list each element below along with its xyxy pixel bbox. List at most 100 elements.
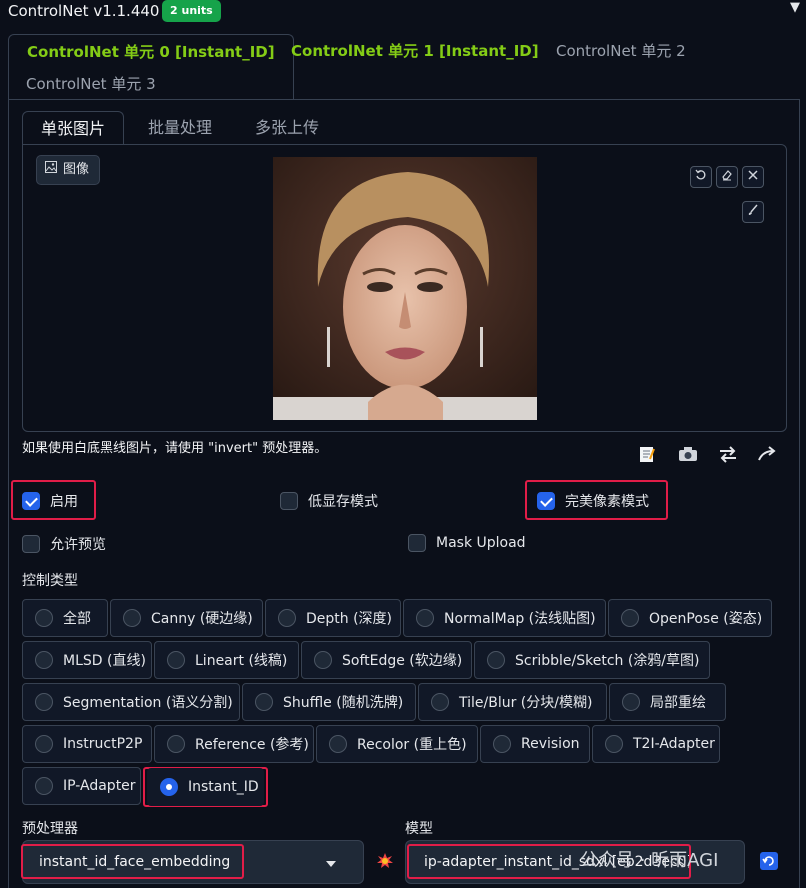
radio-dot[interactable] bbox=[35, 651, 53, 669]
radio-dot[interactable] bbox=[255, 693, 273, 711]
radio-label: NormalMap (法线贴图) bbox=[444, 611, 596, 627]
radio-dot[interactable] bbox=[35, 735, 53, 753]
control-type-mlsd[interactable]: MLSD (直线) bbox=[22, 641, 152, 679]
invert-hint: 如果使用白底黑线图片，请使用 "invert" 预处理器。 bbox=[22, 441, 328, 456]
control-type-softedge[interactable]: SoftEdge (软边缘) bbox=[301, 641, 472, 679]
tab-single-image-label: 单张图片 bbox=[41, 119, 106, 138]
control-type-instructp2p[interactable]: InstructP2P bbox=[22, 725, 152, 763]
tab-unit-2-label: ControlNet 单元 2 bbox=[556, 42, 686, 60]
control-type-ip-adapter[interactable]: IP-Adapter bbox=[22, 767, 141, 805]
control-type-canny[interactable]: Canny (硬边缘) bbox=[110, 599, 263, 637]
radio-dot[interactable] bbox=[605, 735, 623, 753]
allow-preview-label: 允许预览 bbox=[50, 537, 106, 553]
low-vram-checkbox[interactable]: 低显存模式 bbox=[280, 491, 378, 511]
tab-batch[interactable]: 批量处理 bbox=[130, 111, 230, 145]
radio-dot[interactable] bbox=[167, 651, 185, 669]
radio-dot[interactable] bbox=[416, 609, 434, 627]
send-arrow-icon[interactable] bbox=[757, 445, 777, 468]
eraser-icon[interactable] bbox=[716, 166, 738, 188]
radio-label: IP-Adapter bbox=[63, 778, 136, 794]
tab-unit-3[interactable]: ControlNet 单元 3 bbox=[8, 67, 174, 101]
tab-multi-upload[interactable]: 多张上传 bbox=[237, 111, 337, 145]
low-vram-label: 低显存模式 bbox=[308, 494, 378, 510]
control-type-t2i-adapter[interactable]: T2I-Adapter bbox=[592, 725, 720, 763]
radio-label: SoftEdge (软边缘) bbox=[342, 653, 463, 669]
low-vram-check[interactable] bbox=[280, 492, 298, 510]
control-type-depth[interactable]: Depth (深度) bbox=[265, 599, 401, 637]
enable-checkbox[interactable]: 启用 bbox=[22, 491, 78, 511]
mask-upload-label: Mask Upload bbox=[436, 535, 526, 551]
pixel-perfect-label: 完美像素模式 bbox=[565, 494, 649, 510]
explosion-icon[interactable] bbox=[376, 852, 394, 874]
radio-label: Shuffle (随机洗牌) bbox=[283, 695, 404, 711]
radio-dot[interactable] bbox=[622, 693, 640, 711]
radio-dot[interactable] bbox=[431, 693, 449, 711]
radio-label: Instant_ID bbox=[188, 779, 259, 795]
mask-upload-check[interactable] bbox=[408, 534, 426, 552]
radio-label: Reference (参考) bbox=[195, 737, 309, 753]
radio-label: MLSD (直线) bbox=[63, 653, 146, 669]
radio-label: Revision bbox=[521, 736, 580, 752]
camera-icon[interactable] bbox=[678, 445, 698, 468]
radio-dot[interactable] bbox=[167, 735, 185, 753]
close-icon[interactable] bbox=[742, 166, 764, 188]
radio-dot[interactable] bbox=[278, 609, 296, 627]
tab-unit-1[interactable]: ControlNet 单元 1 [Instant_ID] bbox=[273, 34, 557, 68]
tab-single-image[interactable]: 单张图片 bbox=[22, 111, 125, 145]
preprocessor-label: 预处理器 bbox=[22, 821, 78, 837]
radio-label: Lineart (线稿) bbox=[195, 653, 288, 669]
control-type-instant-id[interactable]: Instant_ID bbox=[147, 768, 264, 806]
panel-title: ControlNet v1.1.440 bbox=[8, 2, 160, 20]
tab-unit-1-label: ControlNet 单元 1 [Instant_ID] bbox=[291, 42, 539, 60]
radio-label: Recolor (重上色) bbox=[357, 737, 467, 753]
control-type-shuffle[interactable]: Shuffle (随机洗牌) bbox=[242, 683, 416, 721]
radio-dot[interactable] bbox=[487, 651, 505, 669]
radio-dot[interactable] bbox=[35, 609, 53, 627]
control-type-scribble[interactable]: Scribble/Sketch (涂鸦/草图) bbox=[474, 641, 710, 679]
mask-upload-checkbox[interactable]: Mask Upload bbox=[408, 534, 526, 552]
reset-icon[interactable] bbox=[690, 166, 712, 188]
tab-unit-2[interactable]: ControlNet 单元 2 bbox=[538, 34, 704, 68]
enable-check[interactable] bbox=[22, 492, 40, 510]
control-type-segmentation[interactable]: Segmentation (语义分割) bbox=[22, 683, 240, 721]
radio-dot[interactable] bbox=[35, 693, 53, 711]
allow-preview-check[interactable] bbox=[22, 535, 40, 553]
radio-label: InstructP2P bbox=[63, 736, 143, 752]
radio-dot[interactable] bbox=[314, 651, 332, 669]
radio-label: Scribble/Sketch (涂鸦/草图) bbox=[515, 653, 700, 669]
swap-icon[interactable] bbox=[718, 445, 738, 468]
model-label: 模型 bbox=[405, 821, 433, 837]
radio-dot[interactable] bbox=[621, 609, 639, 627]
pixel-perfect-check[interactable] bbox=[537, 492, 555, 510]
radio-dot[interactable] bbox=[493, 735, 511, 753]
control-type-normalmap[interactable]: NormalMap (法线贴图) bbox=[403, 599, 606, 637]
uploaded-image bbox=[273, 157, 537, 420]
radio-dot[interactable] bbox=[123, 609, 141, 627]
control-type-all[interactable]: 全部 bbox=[22, 599, 108, 637]
radio-label: Canny (硬边缘) bbox=[151, 611, 253, 627]
control-type-reference[interactable]: Reference (参考) bbox=[154, 725, 314, 763]
radio-dot[interactable] bbox=[329, 735, 347, 753]
tab-multi-upload-label: 多张上传 bbox=[255, 118, 320, 137]
tab-batch-label: 批量处理 bbox=[148, 118, 213, 137]
allow-preview-checkbox[interactable]: 允许预览 bbox=[22, 534, 106, 554]
radio-label: Segmentation (语义分割) bbox=[63, 695, 233, 711]
control-type-tile[interactable]: Tile/Blur (分块/模糊) bbox=[418, 683, 607, 721]
brush-icon[interactable] bbox=[742, 201, 764, 223]
enable-label: 启用 bbox=[50, 494, 78, 510]
control-type-revision[interactable]: Revision bbox=[480, 725, 590, 763]
notepad-icon[interactable] bbox=[638, 445, 656, 468]
radio-label: 全部 bbox=[63, 611, 91, 627]
image-label-text: 图像 bbox=[63, 162, 90, 177]
control-type-lineart[interactable]: Lineart (线稿) bbox=[154, 641, 299, 679]
control-type-recolor[interactable]: Recolor (重上色) bbox=[316, 725, 478, 763]
radio-label: Depth (深度) bbox=[306, 611, 393, 627]
dropdown-caret-icon[interactable] bbox=[326, 856, 336, 872]
radio-dot-selected[interactable] bbox=[160, 778, 178, 796]
control-type-inpaint[interactable]: 局部重绘 bbox=[609, 683, 726, 721]
collapse-icon[interactable]: ▼ bbox=[790, 0, 800, 15]
pixel-perfect-checkbox[interactable]: 完美像素模式 bbox=[537, 491, 649, 511]
radio-dot[interactable] bbox=[35, 777, 53, 795]
refresh-icon[interactable] bbox=[760, 852, 778, 870]
control-type-openpose[interactable]: OpenPose (姿态) bbox=[608, 599, 772, 637]
